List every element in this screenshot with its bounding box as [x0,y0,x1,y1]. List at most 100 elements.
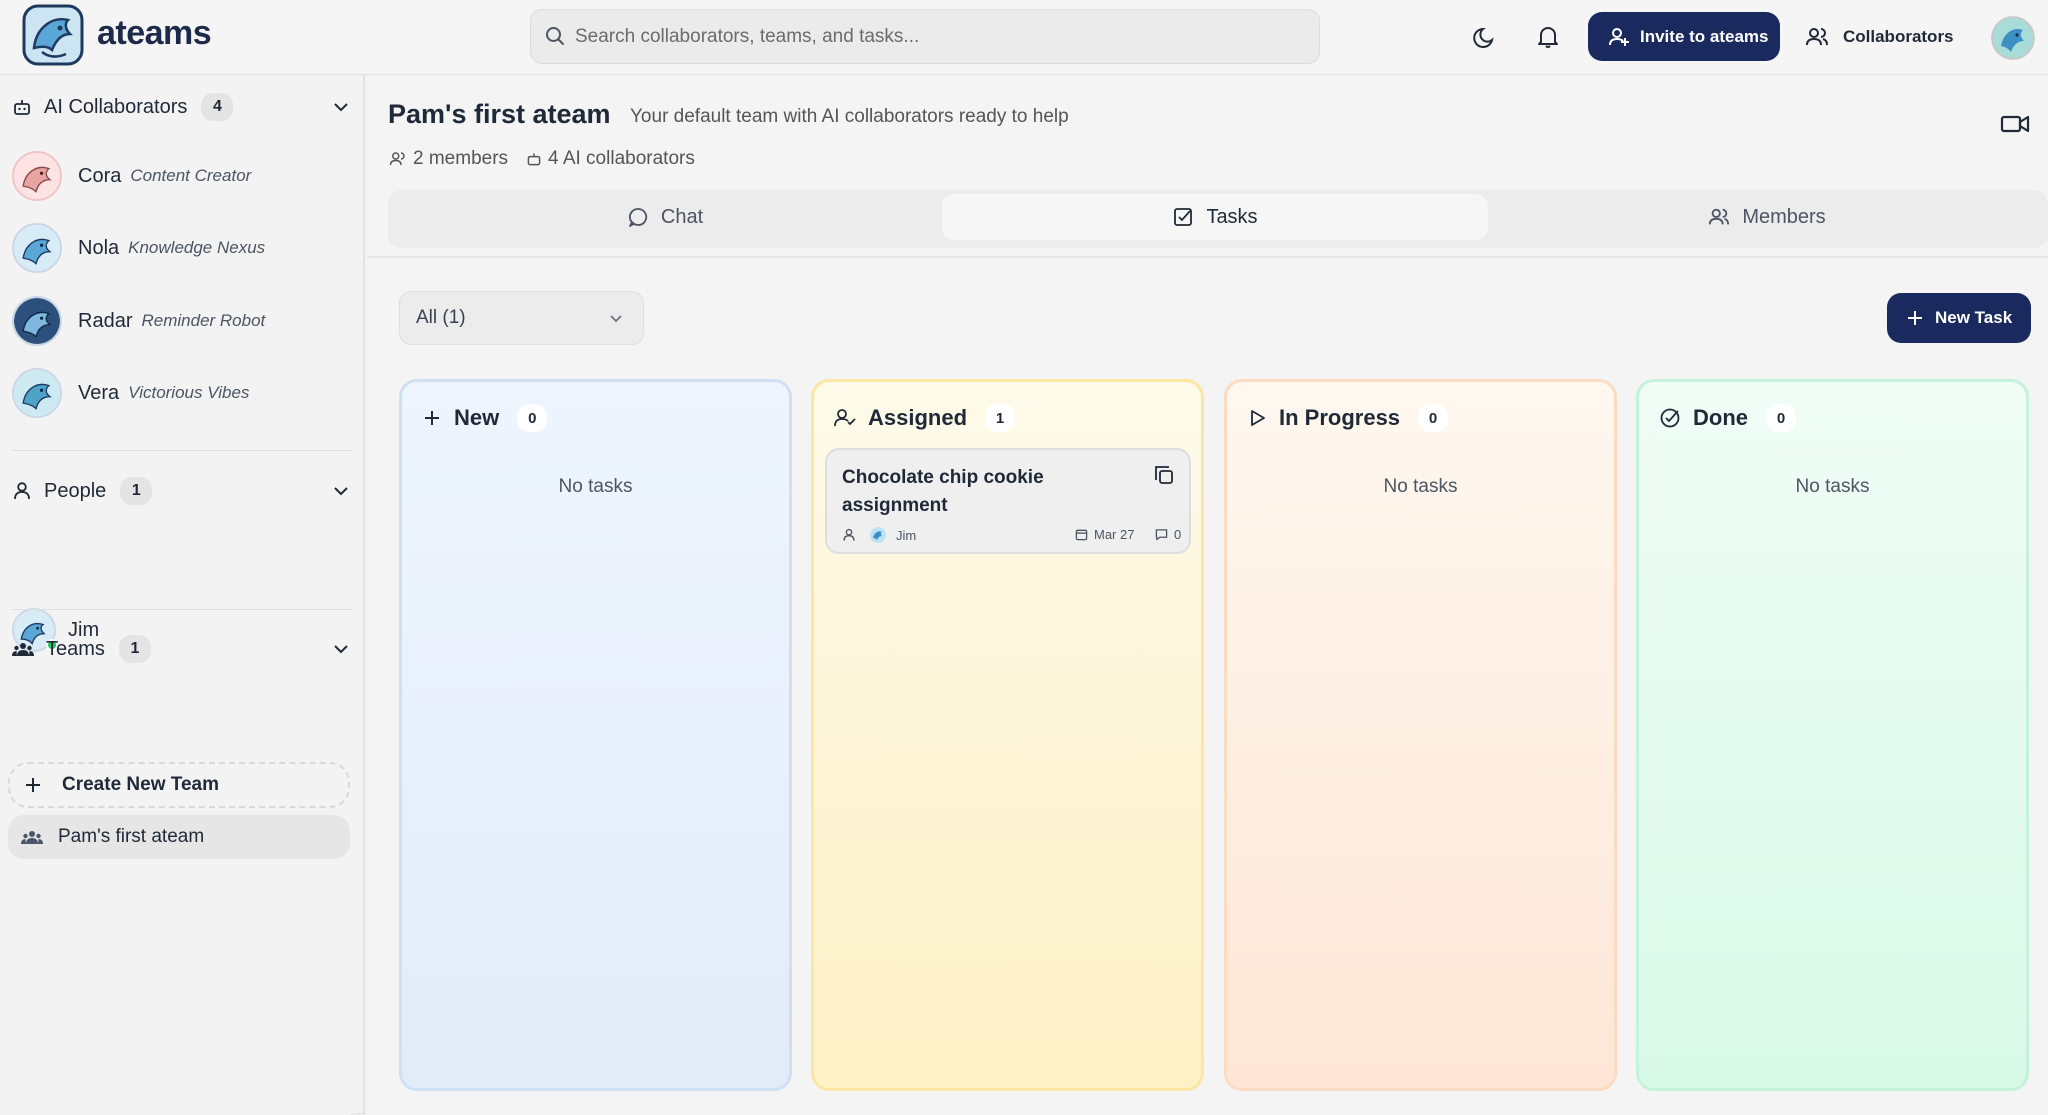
members-count: 2 members [413,148,509,169]
vera-avatar [12,368,62,418]
column-count-badge: 0 [1418,404,1449,432]
bell-icon[interactable] [1535,24,1561,50]
nola-avatar [12,223,62,273]
team-meta: 2 members 4 AI collaborators [389,148,695,170]
column-title: New [454,405,500,430]
task-comments: 0 [1155,527,1181,542]
tab-chat[interactable]: Chat [392,194,938,240]
create-team-button[interactable]: Create New Team [8,762,350,808]
ai-collaborators-header[interactable]: AI Collaborators 4 [12,92,352,122]
empty-state: No tasks [558,476,633,497]
task-assignee: Jim [842,527,916,543]
view-tabs: Chat Tasks Members [388,190,2048,248]
tab-label: Chat [660,205,704,228]
empty-state: No tasks [1383,476,1458,497]
new-task-button[interactable]: New Task [1887,293,2031,343]
column-done: Done 0 No tasks [1636,379,2029,1091]
column-new: New 0 No tasks [399,379,792,1091]
ai-role: Content Creator [130,166,252,185]
assignee-avatar [870,527,886,543]
user-avatar[interactable] [1991,16,2035,60]
search-input[interactable] [575,10,1305,63]
column-assigned: Assigned 1 Chocolate chip cookie assignm… [811,379,1204,1091]
ai-role: Victorious Vibes [128,383,250,402]
ai-section-title: AI Collaborators [44,95,188,118]
empty-state: No tasks [1795,476,1870,497]
column-header: Done 0 [1659,404,1796,432]
users-icon [1709,208,1730,225]
page-subtitle: Your default team with AI collaborators … [630,106,1069,127]
teams-header[interactable]: Teams 1 [12,634,352,664]
assignee-name: Jim [896,527,917,543]
ai-meta: 4 AI collaborators [526,148,695,170]
video-call-icon[interactable] [2000,112,2030,136]
tab-tasks[interactable]: Tasks [942,194,1488,240]
divider [367,256,2048,258]
tab-members[interactable]: Members [1494,194,2040,240]
chevron-down-icon[interactable] [330,480,352,502]
add-user-icon [1609,27,1629,46]
copy-icon[interactable] [1153,464,1175,486]
users-icon [389,152,405,166]
chat-icon [628,208,647,227]
user-check-icon [834,409,856,427]
ai-role: Reminder Robot [141,311,266,330]
members-meta: 2 members [389,148,508,170]
ai-name: Cora [78,164,122,187]
plus-icon [26,778,40,792]
people-section-title: People [44,479,107,502]
team-icon [21,831,43,844]
comment-count: 0 [1174,527,1182,542]
task-footer: Jim Mar 27 0 [842,527,1182,547]
ai-name: Vera [78,381,120,404]
invite-label: Invite to ateams [1640,26,1769,46]
play-icon [1251,410,1265,426]
sidebar-item-radar[interactable]: Radar Reminder Robot [12,293,352,349]
chevron-down-icon[interactable] [330,96,352,118]
sidebar-item-cora[interactable]: Cora Content Creator [12,148,352,204]
cora-avatar [12,151,62,201]
collaborators-button[interactable]: Collaborators [1805,12,1954,61]
people-count-badge: 1 [120,477,153,505]
ai-count-badge: 4 [201,93,234,121]
task-title: Chocolate chip cookie assignment [842,467,1044,516]
people-header[interactable]: People 1 [12,476,352,506]
sidebar: AI Collaborators 4 Cora Content Creator … [0,75,366,1115]
divider [12,609,352,610]
task-card[interactable]: Chocolate chip cookie assignment Jim Mar… [825,448,1191,554]
brand-name[interactable]: ateams [97,14,212,53]
column-title: Done [1693,405,1748,430]
ai-role: Knowledge Nexus [128,238,266,257]
chevron-down-icon[interactable] [330,638,352,660]
sidebar-item-team[interactable]: Pam's first ateam [8,815,350,859]
create-team-label: Create New Team [62,774,219,795]
moon-icon[interactable] [1472,24,1498,50]
users-icon [1806,27,1828,45]
task-due-date: Mar 27 [1075,527,1134,542]
column-header: Assigned 1 [834,404,1016,432]
top-bar: ateams Invite to ateams Collaborators [0,0,2048,75]
robot-icon [527,153,541,166]
ai-name: Nola [78,236,120,259]
robot-icon [14,100,30,115]
plus-icon [425,411,439,425]
search-icon [546,27,564,45]
column-in-progress: In Progress 0 No tasks [1224,379,1617,1091]
task-filter-select[interactable]: All (1) [399,291,644,345]
team-icon [12,643,34,656]
plus-icon [1908,311,1922,325]
column-count-badge: 1 [985,404,1016,432]
tab-label: Tasks [1206,205,1258,228]
search-bar[interactable] [530,9,1320,64]
page-title: Pam's first ateam [388,99,611,129]
radar-avatar [12,296,62,346]
dolphin-logo-icon[interactable] [22,4,84,66]
sidebar-item-vera[interactable]: Vera Victorious Vibes [12,365,352,421]
divider [12,450,352,451]
person-icon [14,482,30,500]
teams-count-badge: 1 [118,635,151,663]
sidebar-item-nola[interactable]: Nola Knowledge Nexus [12,220,352,276]
invite-button[interactable]: Invite to ateams [1588,12,1780,61]
column-title: In Progress [1279,405,1401,430]
column-count-badge: 0 [517,404,548,432]
